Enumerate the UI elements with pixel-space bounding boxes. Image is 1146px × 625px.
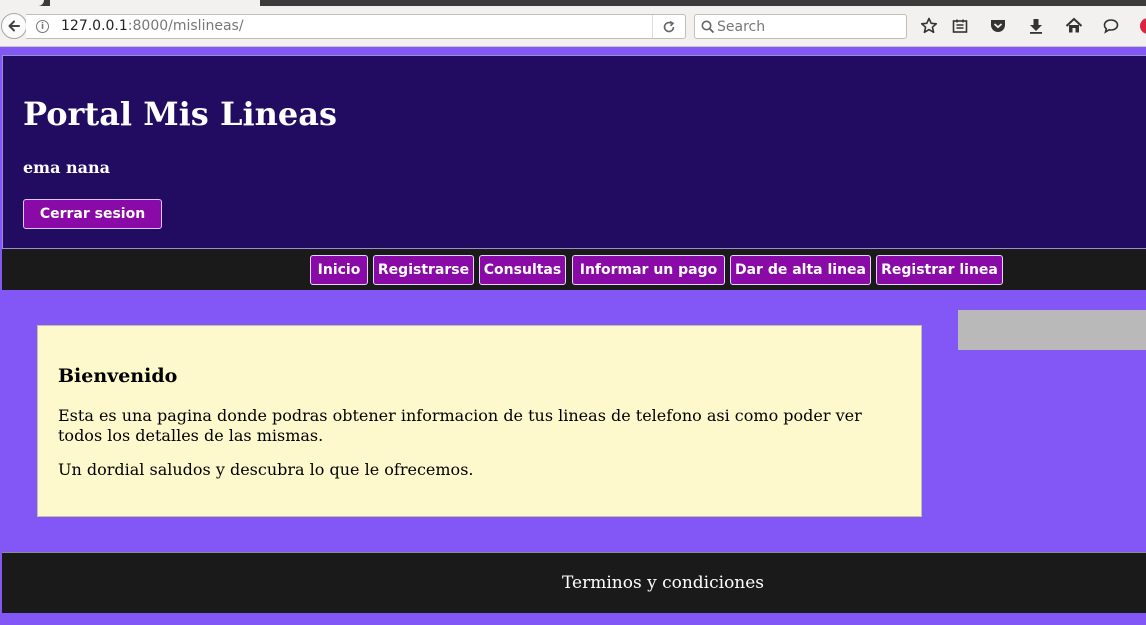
welcome-panel: Bienvenido Esta es una pagina donde podr…: [37, 325, 922, 517]
pocket-button[interactable]: [988, 16, 1008, 36]
reload-icon: [663, 20, 675, 33]
search-bar[interactable]: [694, 14, 907, 39]
home-icon: [1065, 17, 1083, 33]
download-button[interactable]: [1026, 16, 1046, 36]
download-icon: [1030, 19, 1042, 34]
chat-button[interactable]: [1101, 16, 1121, 36]
nav-alta-linea-button[interactable]: Dar de alta linea: [730, 255, 871, 285]
user-name: ema nana: [23, 158, 111, 177]
search-icon: [701, 20, 715, 34]
site-header: Portal Mis Lineas ema nana Cerrar sesion: [2, 55, 1146, 249]
info-icon[interactable]: i: [36, 20, 49, 33]
url-host: 127.0.0.1: [61, 18, 128, 34]
pocket-icon: [991, 20, 1005, 32]
welcome-title: Bienvenido: [58, 365, 178, 387]
addon-button[interactable]: [1138, 16, 1146, 36]
back-arrow-icon: [8, 20, 20, 32]
home-button[interactable]: [1064, 16, 1084, 36]
welcome-paragraph: Esta es una pagina donde podras obtener …: [58, 406, 862, 445]
url-path: :8000/mislineas/: [127, 18, 244, 34]
nav-informar-pago-button[interactable]: Informar un pago: [572, 255, 725, 285]
nav-registrar-linea-button[interactable]: Registrar linea: [876, 255, 1003, 285]
browser-toolbar: i 127.0.0.1:8000/mislineas/: [0, 6, 1146, 47]
nav-inicio-button[interactable]: Inicio: [310, 255, 368, 285]
reading-list-button[interactable]: [950, 16, 970, 36]
url-text[interactable]: 127.0.0.1:8000/mislineas/: [61, 18, 244, 34]
back-button[interactable]: [1, 13, 27, 39]
site-footer: Terminos y condiciones: [2, 552, 1146, 613]
url-bar[interactable]: i 127.0.0.1:8000/mislineas/: [26, 14, 686, 39]
nav-registrarse-button[interactable]: Registrarse: [373, 255, 474, 285]
logout-button[interactable]: Cerrar sesion: [23, 199, 162, 229]
reading-list-icon: [952, 19, 968, 33]
nav-consultas-button[interactable]: Consultas: [479, 255, 566, 285]
main-nav: Inicio Registrarse Consultas Informar un…: [2, 249, 1146, 290]
addon-badge-icon: [1140, 18, 1146, 34]
bookmark-star-icon: [920, 17, 938, 34]
reload-button[interactable]: [652, 15, 685, 38]
welcome-greeting: Un dordial saludos y descubra lo que le …: [58, 460, 474, 479]
bookmark-star-button[interactable]: [919, 16, 939, 36]
sidebar-box: [958, 310, 1146, 350]
search-input[interactable]: [717, 17, 897, 36]
page-title: Portal Mis Lineas: [23, 95, 337, 133]
chat-icon: [1103, 19, 1119, 34]
terms-link[interactable]: Terminos y condiciones: [562, 573, 764, 593]
